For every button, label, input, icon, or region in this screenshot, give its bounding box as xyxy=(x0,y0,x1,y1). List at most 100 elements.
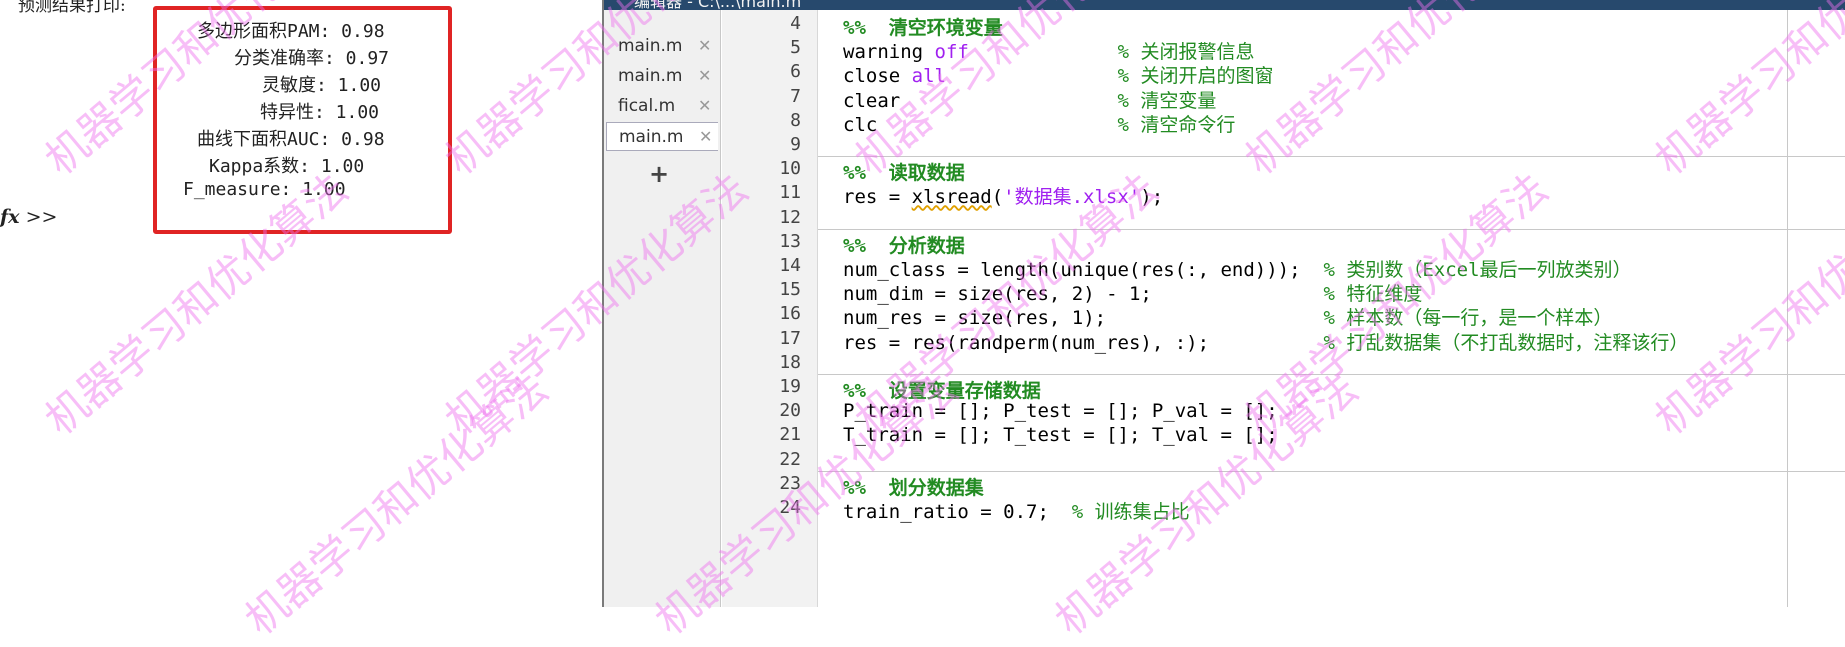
line-number: 15 xyxy=(779,279,801,301)
prompt-symbol: >> xyxy=(25,206,58,228)
line-number: 12 xyxy=(779,206,801,228)
code-line[interactable]: warning off % 关闭报警信息 xyxy=(843,37,1254,64)
line-number: 13 xyxy=(779,230,801,252)
code-line[interactable]: num_res = size(res, 1); % 样本数（每一行，是一个样本） xyxy=(843,303,1612,330)
code-token: xlsread xyxy=(911,186,992,209)
line-number: 21 xyxy=(779,424,801,446)
code-line[interactable]: %% 分析数据 xyxy=(843,231,965,258)
code-line[interactable]: num_class = length(unique(res(:, end)));… xyxy=(843,255,1632,282)
line-number-gutter: 4 5 6 7 8 9 10 11 12 13 14 15 16 17 18 19 20 21 22 23 24 xyxy=(722,10,818,607)
code-comment: % 特征维度 xyxy=(1323,283,1423,306)
code-area[interactable]: %% 清空环境变量 warning off % 关闭报警信息 close all %… xyxy=(818,10,1845,607)
code-token: warning xyxy=(843,41,935,64)
close-tab-icon[interactable]: ✕ xyxy=(698,36,711,55)
metric-line: 曲线下面积AUC: 0.98 xyxy=(197,129,385,150)
code-comment: % 关闭报警信息 xyxy=(1117,41,1255,64)
code-line[interactable]: train_ratio = 0.7; % 训练集占比 xyxy=(843,497,1190,524)
file-tab[interactable]: main.m ✕ xyxy=(606,122,718,151)
line-number: 20 xyxy=(779,400,801,422)
code-section-title: %% 读取数据 xyxy=(843,162,965,185)
line-number: 17 xyxy=(779,327,801,349)
metric-line: 多边形面积PAM: 0.98 xyxy=(197,21,385,42)
line-number: 5 xyxy=(790,37,801,59)
fx-icon[interactable]: fx xyxy=(0,206,20,228)
close-tab-icon[interactable]: ✕ xyxy=(698,66,711,85)
code-line[interactable]: num_dim = size(res, 2) - 1; % 特征维度 xyxy=(843,279,1422,306)
metric-line: 灵敏度: 1.00 xyxy=(262,75,382,96)
line-number: 7 xyxy=(790,85,801,107)
code-token: off xyxy=(934,41,969,64)
code-token: P_train = []; P_test = []; P_val = []; xyxy=(843,400,1278,423)
code-token: '数据集.xlsx' xyxy=(1003,186,1141,209)
line-number: 23 xyxy=(779,472,801,494)
line-number: 11 xyxy=(779,182,801,204)
code-comment: % 关闭开启的图窗 xyxy=(1117,65,1274,88)
line-number: 18 xyxy=(779,351,801,373)
file-tab-label: main.m xyxy=(618,66,683,86)
command-window[interactable]: 预测结果打印: 多边形面积PAM: 0.98 分类准确率: 0.97 灵敏度: 1.… xyxy=(0,0,602,607)
code-comment: % 样本数（每一行，是一个样本） xyxy=(1323,307,1613,330)
code-line[interactable]: close all % 关闭开启的图窗 xyxy=(843,61,1273,88)
code-comment: % 清空命令行 xyxy=(1117,113,1236,136)
line-number: 14 xyxy=(779,255,801,276)
results-header: 预测结果打印: xyxy=(18,0,126,16)
code-line[interactable]: clear % 清空变量 xyxy=(843,86,1216,113)
add-tab-button[interactable]: + xyxy=(649,160,669,188)
code-line[interactable]: res = res(randperm(num_res), :); % 打乱数据集… xyxy=(843,328,1688,355)
line-number: 10 xyxy=(779,158,801,180)
file-tab-strip: + main.m ✕ main.m ✕ fical.m ✕ main.m ✕ xyxy=(604,10,721,607)
close-tab-icon[interactable]: ✕ xyxy=(699,127,712,146)
metric-line: 分类准确率: 0.97 xyxy=(234,48,390,69)
code-token: num_class = length(unique(res(:, end))); xyxy=(843,259,1324,281)
line-number: 19 xyxy=(779,376,801,397)
code-line[interactable]: P_train = []; P_test = []; P_val = []; xyxy=(843,400,1278,422)
code-comment: % 训练集占比 xyxy=(1071,501,1190,523)
command-prompt[interactable]: fx >> xyxy=(0,206,57,228)
code-line[interactable]: res = xlsread('数据集.xlsx'); xyxy=(843,182,1163,209)
line-number: 6 xyxy=(790,61,801,83)
code-token: clc xyxy=(843,113,1118,136)
line-number: 8 xyxy=(790,109,801,131)
file-tab[interactable]: main.m ✕ xyxy=(606,62,718,91)
file-tab[interactable]: main.m ✕ xyxy=(606,32,718,61)
section-separator xyxy=(818,470,1845,472)
code-token: all xyxy=(911,65,946,88)
file-tab-label: fical.m xyxy=(618,96,676,116)
metric-line: 特异性: 1.00 xyxy=(260,102,380,123)
code-line[interactable]: T_train = []; T_test = []; T_val = []; xyxy=(843,424,1278,446)
line-number: 16 xyxy=(779,303,801,325)
section-separator xyxy=(818,156,1845,158)
code-token: clear xyxy=(843,89,1118,112)
code-section-title: %% 分析数据 xyxy=(843,234,965,257)
code-comment: % 打乱数据集（不打乱数据时，注释该行） xyxy=(1323,331,1689,354)
code-token: num_dim = size(res, 2) - 1; xyxy=(843,283,1324,306)
line-number: 9 xyxy=(790,134,801,155)
code-token: ); xyxy=(1140,186,1164,209)
code-token: num_res = size(res, 1); xyxy=(843,307,1324,330)
code-line[interactable]: %% 划分数据集 xyxy=(843,473,984,500)
close-tab-icon[interactable]: ✕ xyxy=(698,96,711,115)
code-line[interactable]: %% 设置变量存储数据 xyxy=(843,376,1041,403)
code-line[interactable]: %% 读取数据 xyxy=(843,158,965,185)
section-separator xyxy=(818,374,1845,375)
line-number: 24 xyxy=(779,497,801,518)
code-comment: % 清空变量 xyxy=(1117,89,1217,112)
code-token: train_ratio = 0.7; xyxy=(843,501,1072,523)
file-tab-label: main.m xyxy=(618,36,683,56)
code-line[interactable]: %% 清空环境变量 xyxy=(843,13,1003,40)
line-number: 4 xyxy=(790,13,801,34)
editor-panel: 编辑器 - C:\...\main.m + main.m ✕ main.m ✕ fica… xyxy=(602,0,1845,607)
code-token: res = res(randperm(num_res), :); xyxy=(843,331,1324,354)
metric-line: F_measure: 1.00 xyxy=(183,179,346,200)
code-section-title: %% 划分数据集 xyxy=(843,476,984,499)
code-line[interactable]: clc % 清空命令行 xyxy=(843,110,1235,137)
code-token: T_train = []; T_test = []; T_val = []; xyxy=(843,424,1278,447)
editor-titlebar: 编辑器 - C:\...\main.m xyxy=(604,0,1845,10)
section-separator xyxy=(818,228,1845,230)
file-tab[interactable]: fical.m ✕ xyxy=(606,92,718,121)
file-tab-label: main.m xyxy=(619,127,684,147)
code-section-title: %% 清空环境变量 xyxy=(843,17,1003,39)
code-token: res = xyxy=(843,186,912,209)
